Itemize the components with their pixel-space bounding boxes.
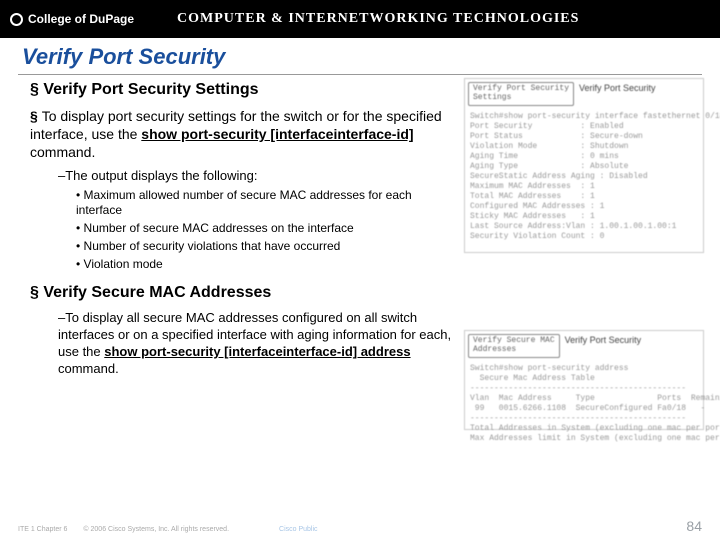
intro-text-b: command. [30, 144, 95, 160]
banner-title: COMPUTER & INTERNETWORKING TECHNOLOGIES [177, 11, 579, 27]
footer-copyright: © 2006 Cisco Systems, Inc. All rights re… [83, 526, 229, 533]
output-panel-1: Verify Port Security Settings Verify Por… [464, 78, 704, 253]
sub-command: show port-security [interfaceinterface-i… [104, 344, 410, 359]
panel2-head: Verify Secure MAC Addresses Verify Port … [465, 331, 703, 361]
footer-chapter: ITE 1 Chapter 6 [18, 526, 67, 533]
panel1-body: Switch#show port-security interface fast… [465, 109, 703, 245]
page-number: 84 [686, 518, 702, 534]
footer: ITE 1 Chapter 6 © 2006 Cisco Systems, In… [0, 518, 720, 534]
output-panel-2: Verify Secure MAC Addresses Verify Port … [464, 330, 704, 430]
panel1-head: Verify Port Security Settings Verify Por… [465, 79, 703, 109]
section1-subhead: The output displays the following: [58, 168, 458, 185]
footer-brand: Cisco Public [279, 526, 318, 533]
panel1-button[interactable]: Verify Port Security Settings [468, 82, 574, 106]
header-bar: College of DuPage COMPUTER & INTERNETWOR… [0, 0, 720, 38]
list-item: Violation mode [76, 257, 456, 272]
panel1-label: Verify Port Security [577, 79, 658, 109]
logo-block: College of DuPage [0, 12, 134, 26]
list-item: Number of secure MAC addresses on the in… [76, 221, 456, 236]
page-title: Verify Port Security [0, 38, 720, 74]
logo-text: College of DuPage [28, 12, 134, 26]
section2-heading: Verify Secure MAC Addresses [30, 284, 702, 302]
panel2-button[interactable]: Verify Secure MAC Addresses [468, 334, 560, 358]
sub-text-b: command. [58, 361, 119, 376]
title-divider [18, 74, 702, 75]
list-item: Maximum allowed number of secure MAC add… [76, 188, 456, 218]
logo-icon [10, 13, 23, 26]
intro-command: show port-security [interfaceinterface-i… [141, 126, 413, 142]
panel2-body: Switch#show port-security address Secure… [465, 361, 703, 447]
section1-intro: To display port security settings for th… [30, 107, 450, 162]
panel2-label: Verify Port Security [563, 331, 644, 361]
list-item: Number of security violations that have … [76, 239, 456, 254]
section2-sub: To display all secure MAC addresses conf… [58, 310, 468, 378]
